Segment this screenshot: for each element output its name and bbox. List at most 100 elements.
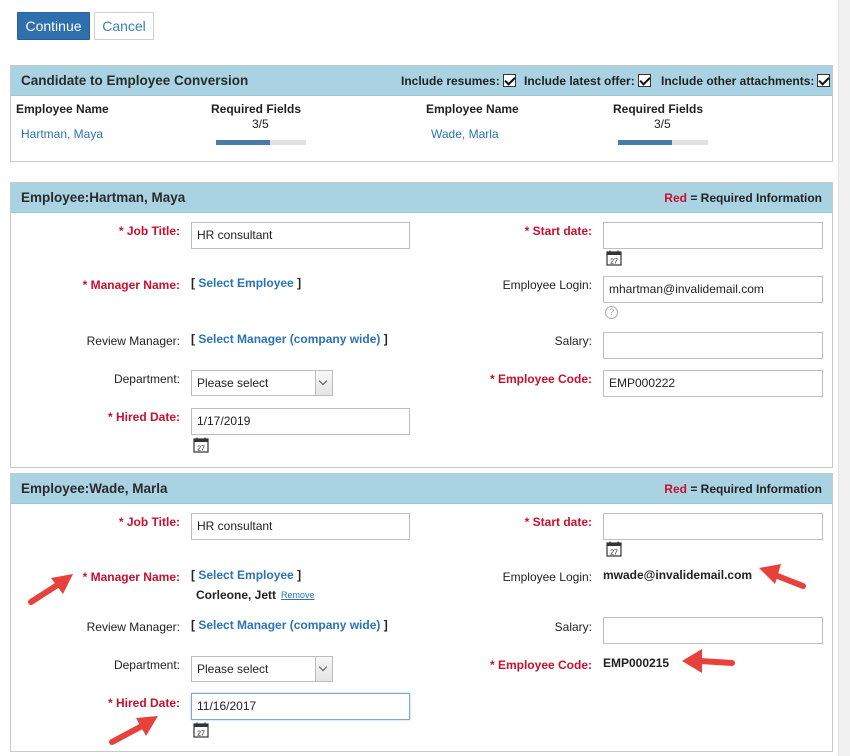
col-required-fields-2: Required Fields <box>613 102 704 116</box>
manager-name-label: * Manager Name: <box>82 570 180 584</box>
select-manager-link[interactable]: [ Select Manager (company wide) ] <box>191 618 388 632</box>
help-icon[interactable]: ? <box>605 306 618 319</box>
bracket-close: ] <box>297 568 302 582</box>
include-attachments-option[interactable]: Include other attachments: <box>661 74 831 88</box>
legend-text: = Required Information <box>690 191 822 205</box>
annotation-arrow-icon <box>682 649 735 673</box>
employee-login-label: Employee Login: <box>502 570 592 584</box>
calendar-icon[interactable]: 27 <box>606 541 622 557</box>
employee-form-hartman: Employee:Hartman, Maya Red = Required In… <box>10 182 833 468</box>
department-value: Please select <box>197 662 269 676</box>
progress-bar-wade <box>618 140 708 145</box>
required-legend: Red = Required Information <box>664 482 822 496</box>
job-title-input[interactable]: HR consultant <box>191 222 410 249</box>
employee-login-value: mwade@invalidemail.com <box>603 568 753 582</box>
include-resumes-option[interactable]: Include resumes: <box>401 74 516 88</box>
select-employee-link[interactable]: [ Select Employee ] <box>191 276 301 290</box>
salary-input[interactable] <box>603 332 823 359</box>
annotation-arrow-icon <box>28 574 73 605</box>
employee-title-hartman: Employee:Hartman, Maya <box>21 190 186 205</box>
select-manager-text[interactable]: Select Manager (company wide) <box>198 332 380 346</box>
select-employee-text[interactable]: Select Employee <box>198 568 293 582</box>
salary-label: Salary: <box>554 620 592 634</box>
conversion-panel: Candidate to Employee Conversion Include… <box>10 65 833 162</box>
required-count-hartman: 3/5 <box>252 117 269 131</box>
legend-red: Red <box>664 482 687 496</box>
bracket-close: ] <box>383 618 388 632</box>
calendar-day: 27 <box>610 259 618 266</box>
bracket-open: [ <box>191 568 195 582</box>
legend-text: = Required Information <box>690 482 822 496</box>
department-select[interactable]: Please select <box>191 370 333 396</box>
required-legend: Red = Required Information <box>664 191 822 205</box>
cancel-button[interactable]: Cancel <box>94 12 154 40</box>
department-label: Department: <box>113 372 180 386</box>
include-resumes-checkbox[interactable] <box>502 74 516 87</box>
job-title-label: * Job Title: <box>118 224 180 238</box>
department-select[interactable]: Please select <box>191 656 333 682</box>
candidate-link-hartman[interactable]: Hartman, Maya <box>21 127 103 141</box>
employee-header-hartman: Employee:Hartman, Maya Red = Required In… <box>11 183 832 213</box>
select-employee-link[interactable]: [ Select Employee ] <box>191 568 301 582</box>
annotation-arrow-icon <box>109 716 158 745</box>
hired-date-input[interactable]: 1/17/2019 <box>191 408 410 435</box>
bracket-open: [ <box>191 618 195 632</box>
progress-bar-hartman <box>216 140 306 145</box>
salary-label: Salary: <box>554 334 592 348</box>
hired-date-label: * Hired Date: <box>107 696 180 710</box>
calendar-day: 27 <box>197 731 205 738</box>
conversion-header: Candidate to Employee Conversion Include… <box>11 66 832 96</box>
include-resumes-label: Include resumes: <box>401 74 500 88</box>
annotation-arrow-icon <box>759 564 806 589</box>
col-required-fields-1: Required Fields <box>211 102 302 116</box>
include-offer-checkbox[interactable] <box>637 74 651 87</box>
calendar-icon[interactable]: 27 <box>606 250 622 266</box>
legend-red: Red <box>664 191 687 205</box>
start-date-label: * Start date: <box>524 515 592 529</box>
hired-date-label: * Hired Date: <box>107 410 180 424</box>
required-count-wade: 3/5 <box>654 117 671 131</box>
employee-title-wade: Employee:Wade, Marla <box>21 481 168 496</box>
employee-code-value: EMP000215 <box>603 656 670 670</box>
salary-input[interactable] <box>603 617 823 644</box>
employee-code-input[interactable]: EMP000222 <box>603 370 823 397</box>
start-date-label: * Start date: <box>524 224 592 238</box>
job-title-input[interactable]: HR consultant <box>191 513 410 540</box>
include-offer-label: Include latest offer: <box>524 74 635 88</box>
employee-login-input[interactable]: mhartman@invalidemail.com <box>603 276 823 303</box>
employee-code-label: * Employee Code: <box>489 372 592 386</box>
continue-button[interactable]: Continue <box>17 12 90 40</box>
review-manager-label: Review Manager: <box>86 334 180 348</box>
col-employee-name-2: Employee Name <box>426 102 519 116</box>
employee-code-label: * Employee Code: <box>489 658 592 672</box>
bracket-open: [ <box>191 332 195 346</box>
candidate-link-wade[interactable]: Wade, Marla <box>431 127 499 141</box>
select-manager-text[interactable]: Select Manager (company wide) <box>198 618 380 632</box>
selected-manager-name: Corleone, Jett <box>196 588 277 602</box>
conversion-title: Candidate to Employee Conversion <box>21 73 249 88</box>
start-date-input[interactable] <box>603 222 823 249</box>
page-scrollbar[interactable] <box>838 0 850 756</box>
include-offer-option[interactable]: Include latest offer: <box>524 74 651 88</box>
employee-header-wade: Employee:Wade, Marla Red = Required Info… <box>11 474 832 504</box>
department-label: Department: <box>113 658 180 672</box>
bracket-close: ] <box>383 332 388 346</box>
calendar-day: 27 <box>197 446 205 453</box>
select-manager-link[interactable]: [ Select Manager (company wide) ] <box>191 332 388 346</box>
select-employee-text[interactable]: Select Employee <box>198 276 293 290</box>
employee-login-label: Employee Login: <box>502 278 592 292</box>
hired-date-input[interactable]: 11/16/2017 <box>191 693 410 720</box>
chevron-down-icon[interactable] <box>315 371 332 395</box>
calendar-icon[interactable]: 27 <box>193 722 209 738</box>
bracket-close: ] <box>297 276 302 290</box>
bracket-open: [ <box>191 276 195 290</box>
remove-manager-link[interactable]: Remove <box>281 590 315 600</box>
chevron-down-icon[interactable] <box>315 657 332 681</box>
calendar-icon[interactable]: 27 <box>193 437 209 453</box>
include-attachments-checkbox[interactable] <box>817 74 831 87</box>
job-title-label: * Job Title: <box>118 515 180 529</box>
manager-name-label: * Manager Name: <box>82 278 180 292</box>
start-date-input[interactable] <box>603 513 823 540</box>
employee-form-wade: Employee:Wade, Marla Red = Required Info… <box>10 473 833 752</box>
department-value: Please select <box>197 376 269 390</box>
